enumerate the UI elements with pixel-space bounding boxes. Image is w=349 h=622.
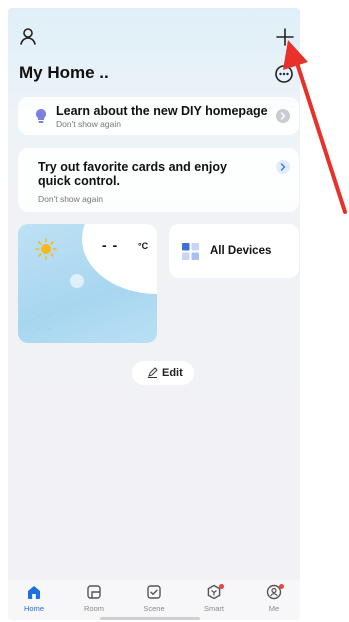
favorite-cards-banner[interactable]: Try out favorite cards and enjoy quick c… (18, 148, 299, 212)
tab-label: Home (23, 604, 44, 613)
home-title[interactable]: My Home .. (19, 63, 109, 83)
dont-show-again-link[interactable]: Don't show again (56, 119, 121, 129)
pencil-icon (148, 367, 158, 378)
tab-label: Scene (143, 604, 165, 613)
edit-label: Edit (162, 367, 183, 379)
tab-label: Me (268, 604, 280, 613)
banner-chevron-button[interactable] (276, 109, 290, 123)
bottom-tab-bar: Home Room Scene Smart Me (8, 580, 300, 620)
weather-placeholder: - - (38, 310, 53, 320)
tab-smart[interactable]: Smart (194, 584, 234, 618)
tab-label: Smart (203, 604, 224, 613)
tab-me[interactable]: Me (254, 584, 294, 618)
tab-room[interactable]: Room (74, 584, 114, 618)
app-screen: My Home .. Learn about the new DIY homep… (8, 8, 300, 620)
notification-badge (279, 584, 284, 589)
decor-bubble (96, 264, 101, 269)
all-devices-card[interactable]: All Devices (169, 224, 299, 278)
sun-icon (35, 238, 57, 260)
more-icon[interactable] (274, 64, 294, 84)
home-icon (28, 586, 40, 599)
home-indicator (100, 617, 200, 620)
temperature-value: - - (102, 237, 119, 253)
room-icon (87, 585, 101, 599)
scene-icon (147, 585, 161, 599)
banner-chevron-button[interactable] (276, 160, 290, 174)
tab-label: Room (83, 604, 104, 613)
chevron-right-icon (280, 163, 286, 171)
grid-icon (182, 243, 199, 260)
tab-scene[interactable]: Scene (134, 584, 174, 618)
banner-title: Learn about the new DIY homepage (56, 104, 268, 118)
notification-badge (219, 584, 224, 589)
weather-card-decoration (82, 224, 157, 294)
dont-show-again-link[interactable]: Don't show again (38, 194, 103, 204)
user-icon[interactable] (18, 26, 38, 46)
bulb-icon (36, 109, 46, 123)
temperature-unit: °C (138, 241, 149, 251)
all-devices-label: All Devices (210, 245, 272, 257)
edit-button[interactable]: Edit (132, 361, 194, 385)
chevron-right-icon (280, 112, 286, 120)
diy-homepage-banner[interactable]: Learn about the new DIY homepage Don't s… (18, 97, 299, 135)
weather-placeholder: - - (38, 323, 53, 333)
top-bar: My Home .. (8, 8, 300, 88)
tab-home[interactable]: Home (14, 584, 54, 618)
plus-icon[interactable] (274, 26, 296, 48)
banner-title: Try out favorite cards and enjoy quick c… (38, 160, 227, 188)
weather-card[interactable]: - - °C - - - - (18, 224, 157, 343)
decor-bubble (70, 274, 84, 288)
